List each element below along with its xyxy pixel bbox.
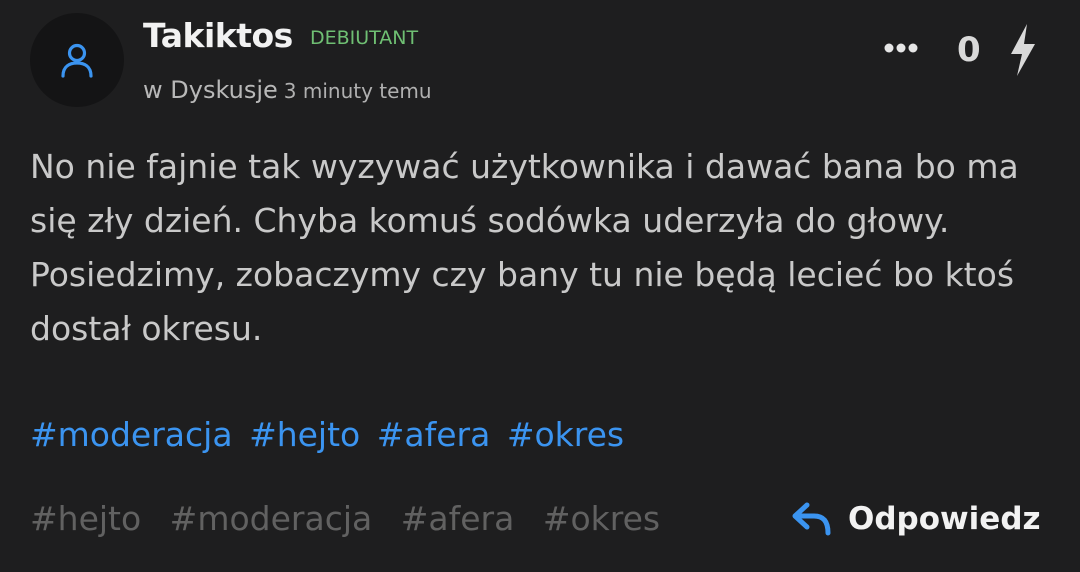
community-link[interactable]: w Dyskusje xyxy=(143,76,278,104)
more-dots-icon xyxy=(884,43,918,53)
post-tags: #hejto #moderacja #afera #okres xyxy=(30,492,678,546)
hashtag-link-okres[interactable]: #okres xyxy=(507,415,624,454)
post-meta: w Dyskusje 3 minuty temu xyxy=(143,74,432,109)
upvote-button[interactable] xyxy=(1003,22,1041,78)
user-icon xyxy=(61,43,93,78)
hashtag-link-hejto[interactable]: #hejto xyxy=(249,415,360,454)
hashtag-link-afera[interactable]: #afera xyxy=(377,415,491,454)
vote-score: 0 xyxy=(957,30,981,70)
author-rank-badge: DEBIUTANT xyxy=(310,27,419,49)
tag-hejto[interactable]: #hejto xyxy=(30,499,141,538)
lightning-icon xyxy=(1011,24,1035,76)
post-timestamp: 3 minuty temu xyxy=(283,79,432,103)
hashtag-link-moderacja[interactable]: #moderacja xyxy=(30,415,233,454)
tag-moderacja[interactable]: #moderacja xyxy=(170,499,373,538)
post-content: No nie fajnie tak wyzywać użytkownika i … xyxy=(30,147,1019,348)
author-username[interactable]: Takiktos xyxy=(143,16,293,56)
reply-button[interactable]: Odpowiedz xyxy=(792,494,1041,544)
avatar[interactable] xyxy=(30,13,124,107)
tag-okres[interactable]: #okres xyxy=(543,499,660,538)
more-options-button[interactable] xyxy=(880,32,922,64)
reply-label: Odpowiedz xyxy=(848,501,1041,537)
tag-afera[interactable]: #afera xyxy=(401,499,515,538)
content-hashtags: #moderacja #hejto #afera #okres xyxy=(30,408,630,462)
reply-arrow-icon xyxy=(792,502,831,536)
